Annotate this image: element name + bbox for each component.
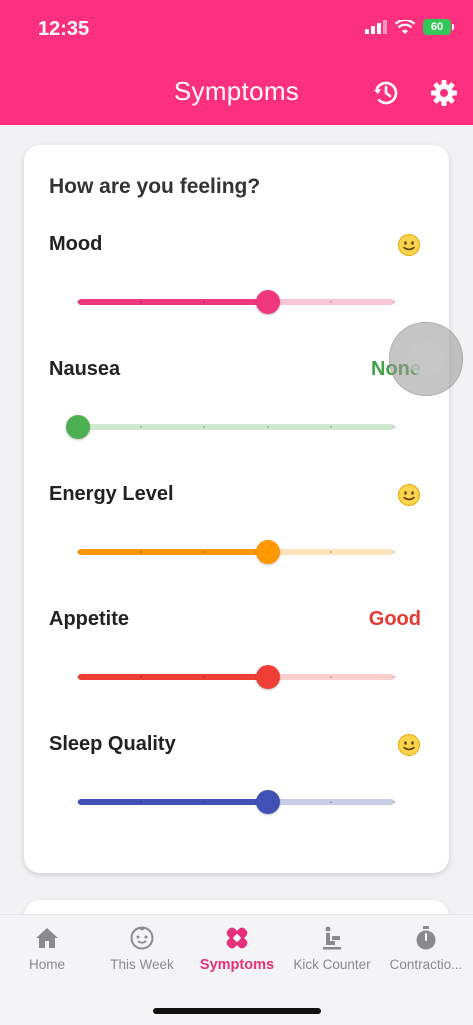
symptom-row: Energy Level [24, 483, 449, 603]
smiley-face-icon [398, 484, 420, 506]
slider-tick [329, 676, 332, 678]
card-title: How are you feeling? [49, 175, 261, 198]
slider-thumb[interactable] [66, 415, 90, 439]
nav-label-this-week: This Week [110, 957, 174, 972]
touch-indicator [389, 322, 463, 396]
symptom-row: Appetite Good [24, 608, 449, 728]
slider-tick [393, 801, 395, 803]
slider-tick [393, 426, 395, 428]
slider-tick [329, 551, 332, 553]
bandage-icon [226, 927, 248, 949]
symptom-row: Mood [24, 233, 449, 353]
symptom-label: Mood [49, 233, 103, 255]
symptom-slider[interactable] [66, 415, 395, 439]
nav-label-contractions: Contractio... [389, 957, 463, 972]
status-icons: 60 [365, 19, 454, 35]
symptom-slider[interactable] [77, 290, 395, 314]
kick-counter-icon [323, 926, 341, 950]
symptom-row: NauseaNone [24, 358, 449, 478]
slider-tick [266, 426, 269, 428]
nav-contractions[interactable]: Contractio... [379, 925, 473, 972]
smiley-face-icon [398, 234, 420, 256]
symptom-label: Sleep Quality [49, 733, 176, 755]
slider-fill [78, 674, 268, 680]
signal-icon [365, 20, 387, 34]
slider-thumb[interactable] [255, 665, 280, 689]
smiley-face-icon [398, 734, 420, 756]
symptom-label: Appetite [49, 608, 129, 630]
app-header: 12:35 60 Symptoms [0, 0, 473, 125]
symptom-slider[interactable] [77, 540, 395, 564]
slider-fill [78, 299, 268, 305]
page-title-text: Symptoms [173, 76, 300, 106]
nav-label-kick-counter: Kick Counter [293, 957, 371, 972]
symptom-slider[interactable] [77, 790, 395, 814]
slider-thumb[interactable] [255, 790, 280, 814]
slider-thumb[interactable] [255, 290, 280, 314]
nav-label-home: Home [28, 957, 65, 972]
slider-tick [393, 301, 395, 303]
symptom-value: Good [368, 608, 421, 630]
nav-home[interactable]: Home [0, 925, 94, 972]
symptom-label: Energy Level [49, 483, 174, 505]
slider-fill [78, 799, 268, 805]
page-title: Symptoms [0, 76, 473, 107]
symptom-slider[interactable] [77, 665, 395, 689]
battery-level: 60 [430, 21, 444, 33]
history-icon[interactable] [371, 78, 401, 108]
nav-symptoms[interactable]: Symptoms [190, 925, 284, 973]
baby-face-icon [130, 926, 154, 950]
slider-tick [77, 676, 79, 678]
symptom-row: Sleep Quality [24, 733, 449, 853]
slider-fill [78, 549, 268, 555]
slider-tick [77, 551, 79, 553]
nav-label-symptoms: Symptoms [199, 957, 275, 973]
home-icon [36, 928, 58, 948]
gear-icon[interactable] [429, 78, 459, 108]
slider-tick [329, 301, 332, 303]
home-indicator [153, 1008, 321, 1014]
nav-kick-counter[interactable]: Kick Counter [285, 925, 379, 972]
status-time: 12:35 [38, 18, 90, 40]
symptom-label: Nausea [49, 358, 121, 380]
slider-tick [393, 676, 395, 678]
slider-thumb[interactable] [255, 540, 280, 564]
slider-tick [393, 551, 395, 553]
slider-tick [329, 426, 332, 428]
slider-tick [329, 801, 332, 803]
wifi-icon [395, 19, 415, 34]
slider-tick [203, 426, 206, 428]
nav-this-week[interactable]: This Week [95, 925, 189, 972]
slider-tick [140, 426, 143, 428]
symptoms-card: How are you feeling? Mood NauseaNone Energ… [24, 145, 449, 873]
battery-indicator: 60 [423, 19, 454, 35]
slider-tick [77, 801, 79, 803]
slider-tick [77, 301, 79, 303]
stopwatch-icon [416, 926, 436, 950]
